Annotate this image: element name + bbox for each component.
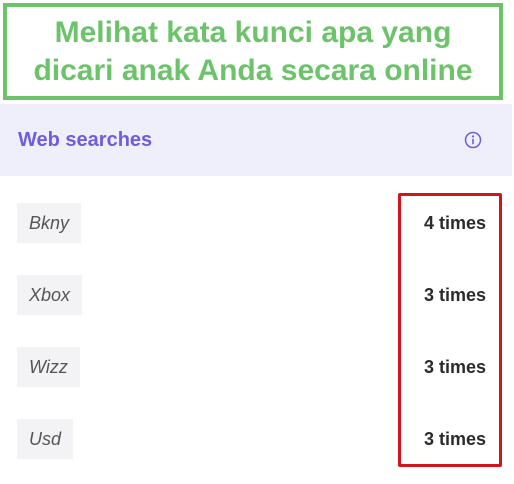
search-row: Wizz 3 times	[0, 347, 512, 389]
search-row: Xbox 3 times	[0, 275, 512, 317]
web-searches-header: Web searches	[0, 104, 512, 176]
search-term: Xbox	[17, 275, 83, 315]
caption-line-1: Melihat kata kunci apa yang	[54, 15, 452, 49]
search-term: Wizz	[17, 347, 80, 387]
search-term: Bkny	[17, 203, 82, 243]
caption-line-2: dicari anak Anda secara online	[33, 53, 473, 87]
search-count: 3 times	[423, 356, 486, 377]
caption-text: Melihat kata kunci apa yang dicari anak …	[33, 14, 472, 90]
caption-banner: Melihat kata kunci apa yang dicari anak …	[3, 3, 503, 100]
search-count: 3 times	[423, 428, 486, 449]
info-icon[interactable]	[464, 131, 482, 149]
screenshot-root: Melihat kata kunci apa yang dicari anak …	[0, 0, 514, 484]
search-count: 4 times	[423, 212, 486, 233]
search-count: 3 times	[423, 284, 486, 305]
web-searches-title: Web searches	[18, 128, 153, 151]
search-term: Usd	[17, 419, 74, 459]
search-row: Bkny 4 times	[0, 203, 512, 245]
search-row: Usd 3 times	[0, 419, 512, 461]
